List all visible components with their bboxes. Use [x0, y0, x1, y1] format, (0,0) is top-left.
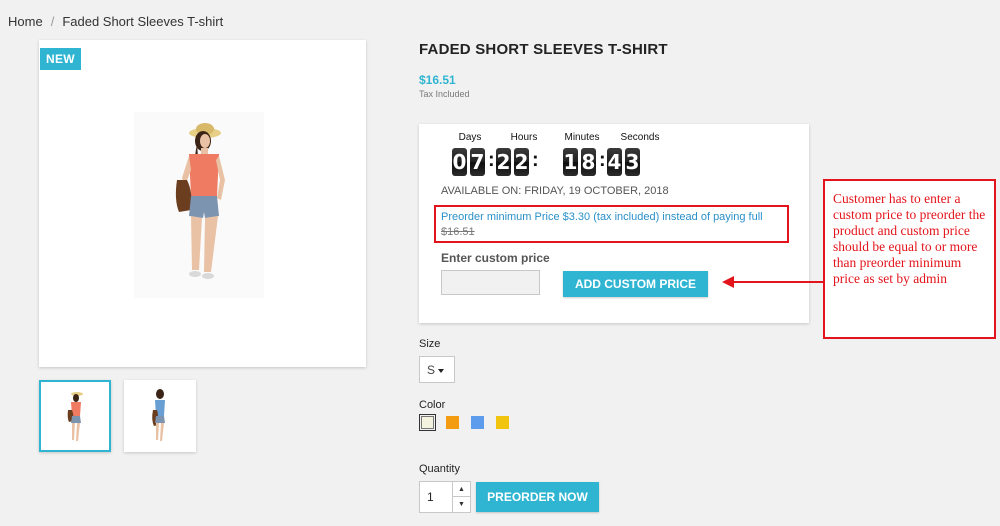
countdown-label-days: Days: [458, 132, 482, 143]
increment-icon[interactable]: ▲: [453, 482, 470, 497]
color-swatch-yellow[interactable]: [496, 416, 509, 429]
countdown-label-minutes: Minutes: [564, 132, 600, 143]
model-figure-image: [134, 112, 264, 298]
size-value: S: [427, 363, 436, 377]
countdown-digit: 4: [607, 148, 622, 176]
product-price: $16.51: [419, 73, 456, 87]
countdown-colon: :: [488, 149, 495, 171]
color-swatch-orange[interactable]: [446, 416, 459, 429]
quantity-stepper[interactable]: 1 ▲ ▼: [419, 481, 471, 513]
product-main-image[interactable]: NEW: [39, 40, 366, 367]
color-swatch-beige[interactable]: [419, 414, 436, 431]
breadcrumb: Home / Faded Short Sleeves T-shirt: [8, 14, 223, 29]
countdown-digit: 0: [452, 148, 467, 176]
countdown-label-seconds: Seconds: [620, 132, 660, 143]
breadcrumb-home-link[interactable]: Home: [8, 14, 43, 29]
available-date: AVAILABLE ON: FRIDAY, 19 OCTOBER, 2018: [441, 185, 669, 197]
color-label: Color: [419, 399, 446, 411]
custom-price-label: Enter custom price: [441, 251, 550, 265]
annotation-note: Customer has to enter a custom price to …: [823, 179, 996, 339]
custom-price-input[interactable]: [441, 270, 540, 295]
thumbnail-image: [152, 389, 165, 441]
thumbnail-1[interactable]: [39, 380, 111, 452]
tax-note: Tax Included: [419, 89, 470, 99]
countdown-digit: 2: [496, 148, 511, 176]
countdown-colon: :: [599, 149, 606, 171]
annotation-arrow-icon: [722, 276, 823, 288]
countdown-digit: 8: [581, 148, 596, 176]
countdown-colon: :: [532, 149, 539, 171]
preorder-min-price: Preorder minimum Price $3.30 (tax includ…: [441, 211, 763, 223]
countdown-digit: 7: [470, 148, 485, 176]
breadcrumb-current: Faded Short Sleeves T-shirt: [62, 14, 224, 29]
countdown-digit: 1: [563, 148, 578, 176]
decrement-icon[interactable]: ▼: [453, 497, 470, 512]
color-swatch-blue[interactable]: [471, 416, 484, 429]
thumbnail-2[interactable]: [124, 380, 196, 452]
add-custom-price-button[interactable]: ADD CUSTOM PRICE: [563, 271, 708, 297]
breadcrumb-separator: /: [50, 14, 55, 29]
preorder-panel: Days Hours Minutes Seconds 0 7 : 2 2 : 1…: [419, 124, 809, 323]
caret-down-icon: [438, 368, 445, 373]
thumbnail-image: [67, 392, 83, 441]
size-label: Size: [419, 338, 441, 350]
new-badge: NEW: [40, 48, 81, 70]
preorder-now-button[interactable]: PREORDER NOW: [476, 482, 599, 512]
size-select[interactable]: S: [419, 356, 455, 383]
countdown-label-hours: Hours: [510, 132, 538, 143]
countdown-digit: 3: [625, 148, 640, 176]
quantity-label: Quantity: [419, 463, 460, 475]
full-price-strikethrough: $16.51: [441, 226, 475, 238]
product-title: Faded Short Sleeves T-shirt: [419, 41, 668, 58]
quantity-arrows: ▲ ▼: [452, 482, 470, 512]
countdown-digit: 2: [514, 148, 529, 176]
quantity-value: 1: [427, 490, 434, 504]
